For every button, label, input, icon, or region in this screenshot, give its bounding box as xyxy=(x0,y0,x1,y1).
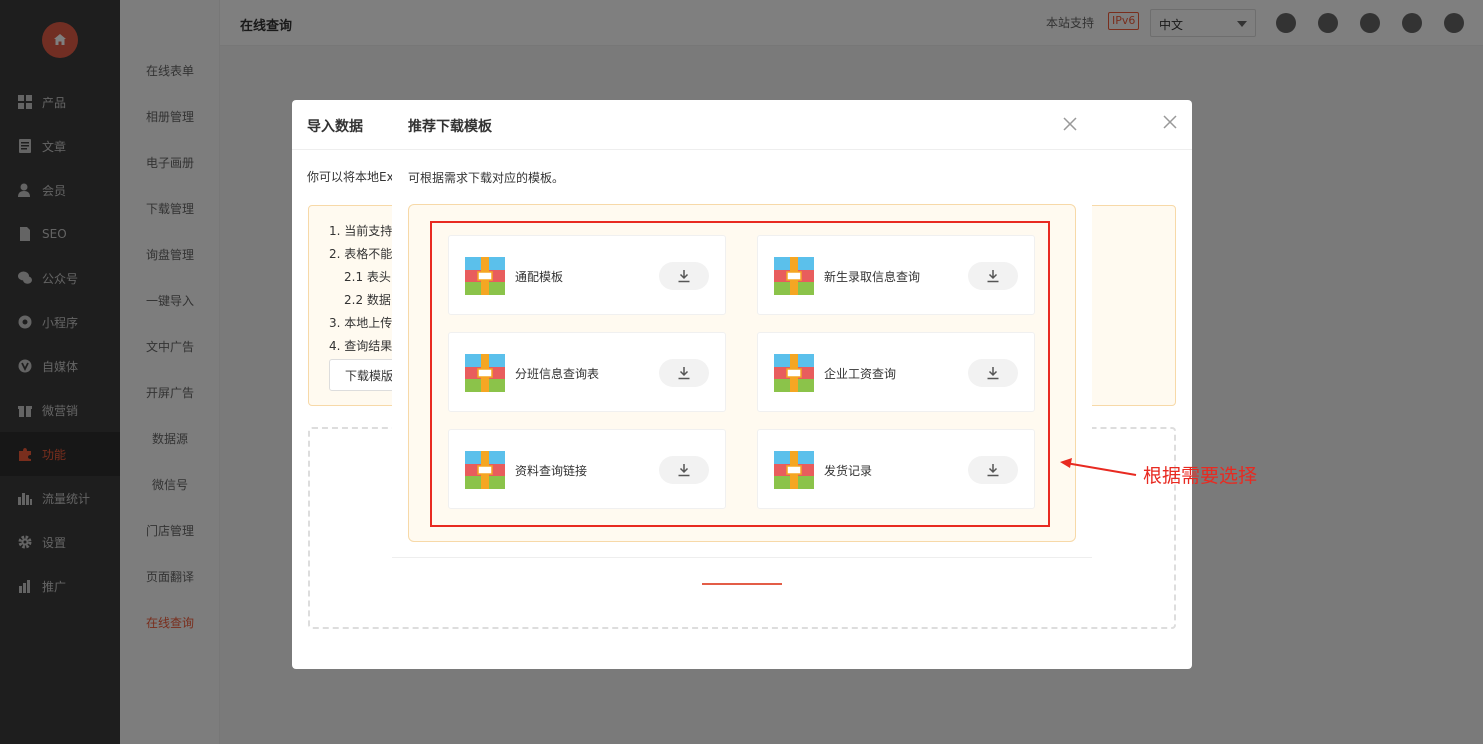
annotation-arrow-icon xyxy=(1060,458,1137,476)
close-icon[interactable] xyxy=(1162,114,1178,130)
close-icon[interactable] xyxy=(1062,116,1078,132)
import-dialog-desc: 你可以将本地Ex xyxy=(307,170,394,184)
template-download-modal: 推荐下载模板 可根据需求下载对应的模板。 通配模板 新生录取信息查询 分班信息查… xyxy=(392,100,1092,583)
template-modal-header: 推荐下载模板 xyxy=(392,100,1092,150)
modal-footer-divider xyxy=(392,557,1092,558)
import-dialog-title: 导入数据 xyxy=(307,119,363,135)
annotation-highlight-frame xyxy=(430,221,1050,527)
annotation-text: 根据需要选择 xyxy=(1143,465,1258,487)
template-modal-title: 推荐下载模板 xyxy=(408,119,492,135)
template-modal-desc: 可根据需求下载对应的模板。 xyxy=(408,171,565,185)
